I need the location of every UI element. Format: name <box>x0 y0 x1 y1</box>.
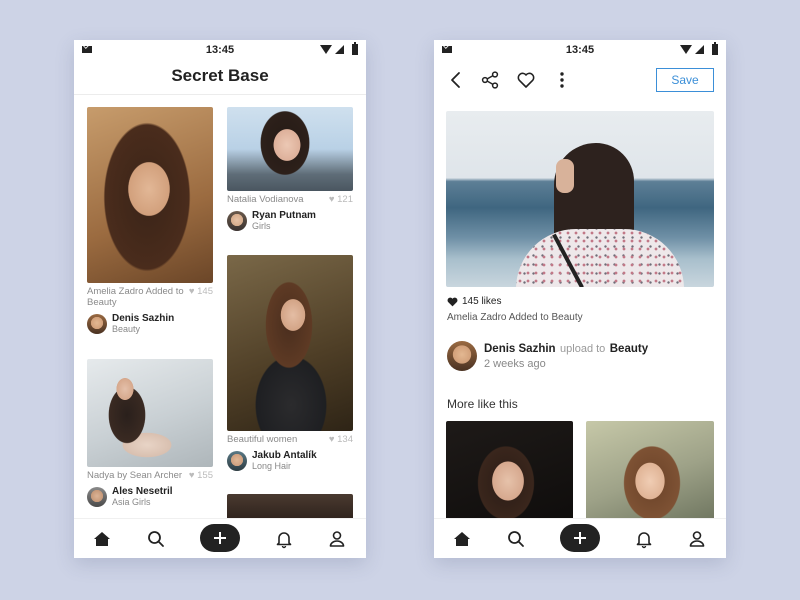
page-title: Secret Base <box>171 66 269 85</box>
uploader-name[interactable]: Denis Sazhin <box>484 343 556 355</box>
battery-icon <box>352 42 358 55</box>
pin-card[interactable]: Natalia Vodianova ♥ 121 Ryan Putnam Girl… <box>227 107 353 232</box>
pin-caption: Nadya by Sean Archer <box>87 470 183 481</box>
top-toolbar: Save <box>434 64 726 96</box>
signal-icon <box>695 45 704 54</box>
home-icon[interactable] <box>92 529 112 549</box>
back-icon[interactable] <box>446 70 466 90</box>
pin-user[interactable]: Denis Sazhin Beauty <box>87 313 213 335</box>
upload-time: 2 weeks ago <box>484 358 546 370</box>
more-like-this-heading: More like this <box>447 397 518 411</box>
share-icon[interactable] <box>480 70 500 90</box>
likes-count: 145 likes <box>447 296 501 307</box>
pin-image[interactable] <box>87 359 213 467</box>
pin-hero-image[interactable] <box>446 111 714 287</box>
pin-card[interactable]: Beautiful women ♥ 134 Jakub Antalík Long… <box>227 255 353 472</box>
board-name[interactable]: Long Hair <box>252 461 317 472</box>
bell-icon[interactable] <box>634 529 654 549</box>
uploader-action: upload to <box>560 343 606 355</box>
pin-caption: Amelia Zadro Added to Beauty <box>87 286 184 308</box>
added-to-text: Amelia Zadro Added to Beauty <box>447 312 583 323</box>
pin-caption: Natalia Vodianova <box>227 194 304 205</box>
pin-card[interactable]: Nadya by Sean Archer ♥ 155 Ales Nesetril… <box>87 359 213 508</box>
bell-icon[interactable] <box>274 529 294 549</box>
heart-filled-icon <box>447 297 458 306</box>
uploader-info[interactable]: Denis Sazhin upload to Beauty 2 weeks ag… <box>447 340 648 372</box>
pin-image[interactable] <box>227 255 353 431</box>
avatar[interactable] <box>227 451 247 471</box>
pin-image[interactable] <box>87 107 213 283</box>
detail-screen: 13:45 Save 145 likes Amelia Zadro Added … <box>434 40 726 558</box>
status-bar: 13:45 <box>434 40 726 60</box>
likes-text: 145 likes <box>462 296 502 307</box>
pin-likes: ♥ 145 <box>188 286 213 297</box>
bottom-tab-bar <box>74 518 366 558</box>
pin-likes: ♥ 155 <box>188 470 213 481</box>
profile-icon[interactable] <box>327 529 347 549</box>
pin-image[interactable] <box>227 107 353 191</box>
avatar[interactable] <box>87 487 107 507</box>
status-bar: 13:45 <box>74 40 366 60</box>
home-icon[interactable] <box>452 529 472 549</box>
user-name[interactable]: Ryan Putnam <box>252 210 316 221</box>
board-name[interactable]: Girls <box>252 221 316 232</box>
pin-card[interactable]: Amelia Zadro Added to Beauty ♥ 145 Denis… <box>87 107 213 335</box>
pin-image[interactable] <box>227 494 353 520</box>
battery-icon <box>712 42 718 55</box>
header-divider <box>74 94 366 95</box>
search-icon[interactable] <box>506 529 526 549</box>
add-button[interactable] <box>560 524 600 552</box>
search-icon[interactable] <box>146 529 166 549</box>
wifi-icon <box>320 45 332 54</box>
feed-screen: 13:45 Secret Base Amelia Zadro Added to … <box>74 40 366 558</box>
save-button[interactable]: Save <box>656 68 714 92</box>
pin-likes: ♥ 121 <box>328 194 353 205</box>
pin-user[interactable]: Ryan Putnam Girls <box>227 210 353 232</box>
pin-user[interactable]: Ales Nesetril Asia Girls <box>87 486 213 508</box>
pin-user[interactable]: Jakub Antalík Long Hair <box>227 450 353 472</box>
user-name[interactable]: Denis Sazhin <box>112 313 174 324</box>
bottom-tab-bar <box>434 518 726 558</box>
related-pin-image[interactable] <box>586 421 714 521</box>
user-name[interactable]: Jakub Antalík <box>252 450 317 461</box>
avatar[interactable] <box>447 341 477 371</box>
profile-icon[interactable] <box>687 529 707 549</box>
uploader-board[interactable]: Beauty <box>610 343 648 355</box>
pin-card[interactable] <box>227 494 353 520</box>
more-vertical-icon[interactable] <box>552 70 572 90</box>
avatar[interactable] <box>227 211 247 231</box>
signal-icon <box>335 45 344 54</box>
board-name[interactable]: Beauty <box>112 324 174 335</box>
pin-likes: ♥ 134 <box>328 434 353 445</box>
avatar[interactable] <box>87 314 107 334</box>
add-button[interactable] <box>200 524 240 552</box>
board-name[interactable]: Asia Girls <box>112 497 173 508</box>
wifi-icon <box>680 45 692 54</box>
related-pin-image[interactable] <box>446 421 573 521</box>
heart-icon[interactable] <box>516 70 536 90</box>
pin-caption: Beautiful women <box>227 434 298 445</box>
user-name[interactable]: Ales Nesetril <box>112 486 173 497</box>
